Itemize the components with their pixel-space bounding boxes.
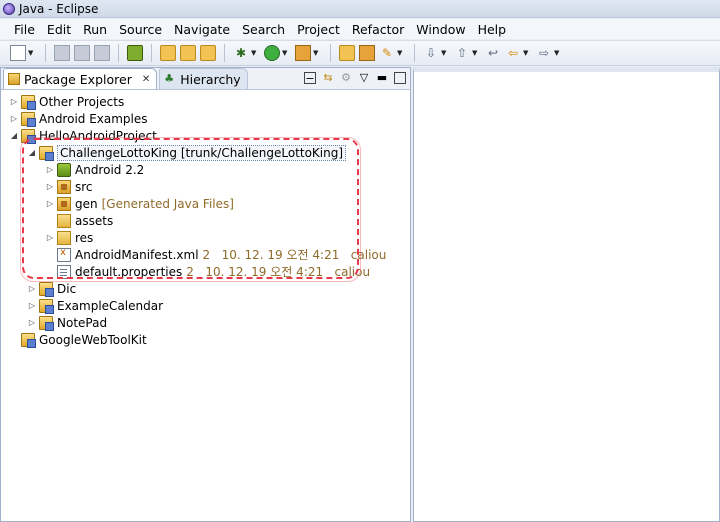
maximize-icon[interactable] xyxy=(394,72,406,84)
package-explorer-view: Package Explorer ✕ ♣ Hierarchy − ⇆ ⚙ ▽ ▬… xyxy=(0,67,411,522)
toolbar-separator xyxy=(118,44,119,62)
tree-item-label: NotePad xyxy=(57,315,108,330)
chevron-down-icon[interactable]: ▼ xyxy=(441,49,449,57)
chevron-down-icon[interactable]: ▼ xyxy=(472,49,480,57)
tab-label: Package Explorer xyxy=(24,71,132,87)
eclipse-icon xyxy=(3,2,15,15)
window-title: Java - Eclipse xyxy=(19,1,99,16)
save-icon[interactable] xyxy=(54,45,70,61)
main-toolbar: ▼ ✱ ▼ ▼ ▼ ✎ ▼ ⇩ ▼ ⇧ ▼ ↩ ⇦ ▼ ⇨ ▼ xyxy=(0,40,720,66)
tree-item-notepad[interactable]: ▷ NotePad xyxy=(27,314,107,331)
chevron-down-icon[interactable]: ▼ xyxy=(282,49,290,57)
view-tab-bar: Package Explorer ✕ ♣ Hierarchy − ⇆ ⚙ ▽ ▬ xyxy=(1,68,410,90)
external-tools-icon[interactable] xyxy=(295,45,311,61)
chevron-down-icon[interactable]: ▼ xyxy=(28,49,36,57)
save-all-icon[interactable] xyxy=(74,45,90,61)
project-icon xyxy=(39,315,54,331)
menu-edit[interactable]: Edit xyxy=(41,22,77,37)
new-icon[interactable] xyxy=(10,45,26,61)
tab-package-explorer[interactable]: Package Explorer ✕ xyxy=(3,68,158,89)
tab-label: Hierarchy xyxy=(180,71,241,87)
editor-area[interactable] xyxy=(413,67,720,522)
hierarchy-icon: ♣ xyxy=(164,72,175,85)
working-set-icon xyxy=(21,94,36,110)
toolbar-separator xyxy=(414,44,415,62)
tree-item-label: Android Examples xyxy=(39,111,148,126)
run-icon[interactable] xyxy=(264,45,280,61)
title-bar: Java - Eclipse xyxy=(0,0,720,18)
open-type-icon[interactable] xyxy=(359,45,375,61)
working-set-icon xyxy=(21,332,36,348)
tree-item-other-projects[interactable]: ▷ Other Projects xyxy=(9,93,124,110)
view-menu-icon[interactable]: ▽ xyxy=(358,72,370,84)
tree-item-dic[interactable]: ▷ Dic xyxy=(27,280,76,297)
working-set-icon xyxy=(21,111,36,127)
tree-item-label: ExampleCalendar xyxy=(57,298,164,313)
new-java-class-icon[interactable] xyxy=(339,45,355,61)
tree-item-google-web-toolkit[interactable]: GoogleWebToolKit xyxy=(9,331,147,348)
chevron-down-icon[interactable]: ▼ xyxy=(313,49,321,57)
package-explorer-icon xyxy=(8,73,20,85)
tree-item-android-examples[interactable]: ▷ Android Examples xyxy=(9,110,148,127)
close-icon[interactable]: ✕ xyxy=(142,74,150,85)
new-class-icon[interactable] xyxy=(200,45,216,61)
expand-icon[interactable]: ▷ xyxy=(9,97,19,106)
chevron-down-icon[interactable]: ▼ xyxy=(554,49,562,57)
toolbar-separator xyxy=(45,44,46,62)
menu-window[interactable]: Window xyxy=(410,22,471,37)
annotation-highlight-box xyxy=(22,138,359,279)
collapse-all-icon[interactable]: − xyxy=(304,72,316,85)
menu-file[interactable]: File xyxy=(8,22,41,37)
print-icon[interactable] xyxy=(94,45,110,61)
menu-source[interactable]: Source xyxy=(113,22,168,37)
chevron-down-icon[interactable]: ▼ xyxy=(523,49,531,57)
debug-icon[interactable]: ✱ xyxy=(233,45,249,61)
last-edit-icon[interactable]: ↩ xyxy=(485,45,501,61)
view-toolbar: − ⇆ ⚙ ▽ ▬ xyxy=(304,72,406,85)
new-package-icon[interactable] xyxy=(180,45,196,61)
tree-item-label: Dic xyxy=(57,281,77,296)
menu-navigate[interactable]: Navigate xyxy=(168,22,236,37)
tree-item-label: Other Projects xyxy=(39,94,125,109)
menu-run[interactable]: Run xyxy=(77,22,113,37)
menu-project[interactable]: Project xyxy=(291,22,346,37)
link-with-editor-icon[interactable]: ⇆ xyxy=(322,72,334,84)
toolbar-separator xyxy=(224,44,225,62)
expand-icon[interactable]: ▷ xyxy=(27,284,37,293)
chevron-down-icon[interactable]: ▼ xyxy=(397,49,405,57)
back-icon[interactable]: ⇦ xyxy=(505,45,521,61)
prev-annotation-icon[interactable]: ⇧ xyxy=(454,45,470,61)
collapse-icon[interactable]: ◢ xyxy=(9,131,19,140)
new-java-project-icon[interactable] xyxy=(160,45,176,61)
next-annotation-icon[interactable]: ⇩ xyxy=(423,45,439,61)
chevron-down-icon[interactable]: ▼ xyxy=(251,49,259,57)
project-icon xyxy=(39,298,54,314)
android-sdk-icon[interactable] xyxy=(127,45,143,61)
filter-icon[interactable]: ⚙ xyxy=(340,72,352,84)
expand-icon[interactable]: ▷ xyxy=(9,114,19,123)
menu-refactor[interactable]: Refactor xyxy=(346,22,410,37)
menu-search[interactable]: Search xyxy=(236,22,291,37)
search-icon[interactable]: ✎ xyxy=(379,45,395,61)
forward-icon[interactable]: ⇨ xyxy=(536,45,552,61)
menu-help[interactable]: Help xyxy=(472,22,513,37)
toolbar-separator xyxy=(151,44,152,62)
menu-bar: File Edit Run Source Navigate Search Pro… xyxy=(0,19,720,39)
tree-item-example-calendar[interactable]: ▷ ExampleCalendar xyxy=(27,297,163,314)
expand-icon[interactable]: ▷ xyxy=(27,318,37,327)
toolbar-separator xyxy=(330,44,331,62)
project-icon xyxy=(39,281,54,297)
tab-hierarchy[interactable]: ♣ Hierarchy xyxy=(159,68,248,89)
tree-item-label: GoogleWebToolKit xyxy=(39,332,147,347)
expand-icon[interactable]: ▷ xyxy=(27,301,37,310)
minimize-icon[interactable]: ▬ xyxy=(376,72,388,84)
